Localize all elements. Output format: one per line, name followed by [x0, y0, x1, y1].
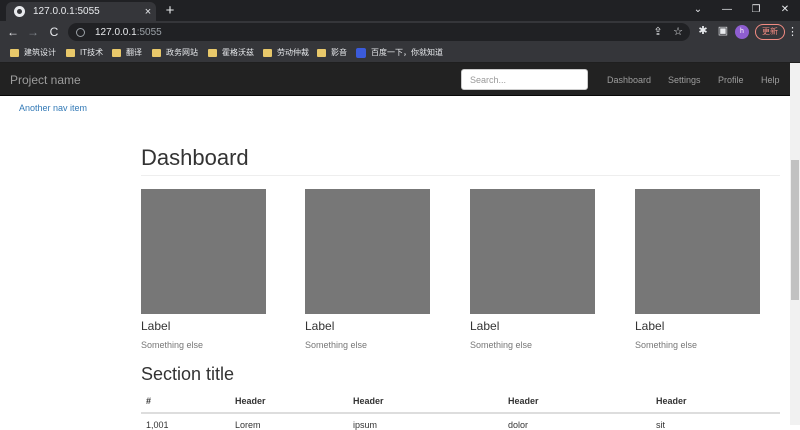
- extensions-icon[interactable]: ✱: [696, 24, 710, 38]
- forward-icon[interactable]: →: [25, 24, 41, 40]
- placeholder-image: [305, 189, 430, 314]
- search-input[interactable]: [461, 69, 588, 90]
- reload-icon[interactable]: C: [46, 24, 62, 40]
- section-title: Section title: [141, 364, 235, 384]
- browser-toolbar: ← → C 127.0.0.1:5055 ⇪ ☆ ✱ ▣ h 更新 ⋮: [0, 21, 800, 43]
- scrollbar-thumb[interactable]: [791, 160, 799, 300]
- tab-title: 127.0.0.1:5055: [33, 6, 100, 17]
- minimize-icon[interactable]: —: [712, 0, 742, 21]
- url-port: :5055: [136, 26, 162, 38]
- bookmark-item[interactable]: 影音: [317, 47, 347, 58]
- folder-icon: [66, 48, 75, 57]
- folder-icon: [317, 48, 326, 57]
- bookmark-item[interactable]: 百度一下，你就知道: [356, 47, 443, 58]
- table-header: Header: [353, 396, 384, 406]
- folder-icon: [10, 48, 19, 57]
- table-cell: 1,001: [146, 420, 169, 430]
- placeholder-sublabel: Something else: [305, 340, 368, 350]
- bookmark-item[interactable]: 劳动仲裁: [263, 47, 309, 58]
- nav-link-dashboard[interactable]: Dashboard: [607, 75, 651, 85]
- browser-tab[interactable]: 127.0.0.1:5055 ×: [6, 2, 156, 21]
- table-cell: ipsum: [353, 420, 378, 430]
- placeholder-label: Label: [305, 319, 335, 333]
- bookmark-label: 百度一下，你就知道: [371, 48, 443, 57]
- restore-icon[interactable]: ❐: [741, 0, 771, 21]
- bookmark-label: 影音: [331, 48, 347, 57]
- table-cell: Lorem: [235, 420, 261, 430]
- new-tab-button[interactable]: +: [162, 2, 178, 19]
- folder-icon: [152, 48, 161, 57]
- placeholder-image: [141, 189, 266, 314]
- url-host: 127.0.0.1: [95, 26, 137, 38]
- page-scrollbar[interactable]: [790, 63, 800, 425]
- bookmark-item[interactable]: 政务网站: [152, 47, 198, 58]
- placeholder-sublabel: Something else: [470, 340, 533, 350]
- folder-icon: [263, 48, 272, 57]
- bookmarks-bar: 建筑设计 IT技术 翻译 政务网站 霍格沃兹 劳动仲裁 影音 百度一下，你就知道: [0, 43, 800, 63]
- close-window-icon[interactable]: ✕: [770, 0, 800, 21]
- side-panel-icon[interactable]: ▣: [716, 24, 730, 38]
- folder-icon: [208, 48, 217, 57]
- placeholder-label: Label: [141, 319, 171, 333]
- bookmark-item[interactable]: 建筑设计: [10, 47, 56, 58]
- nav-link-profile[interactable]: Profile: [718, 75, 744, 85]
- bookmark-item[interactable]: 翻译: [112, 47, 142, 58]
- nav-link-help[interactable]: Help: [761, 75, 780, 85]
- tab-search-chevron-icon[interactable]: ⌄: [683, 0, 713, 21]
- placeholder-sublabel: Something else: [141, 340, 204, 350]
- table-header: Header: [235, 396, 266, 406]
- profile-avatar[interactable]: h: [735, 25, 749, 39]
- placeholder-image: [470, 189, 595, 314]
- table-cell: dolor: [508, 420, 529, 430]
- placeholder-image: [635, 189, 760, 314]
- back-icon[interactable]: ←: [5, 24, 21, 40]
- bookmark-item[interactable]: IT技术: [66, 47, 103, 58]
- page-title: Dashboard: [141, 145, 249, 170]
- table-header: Header: [508, 396, 539, 406]
- bookmark-label: 政务网站: [166, 48, 198, 57]
- nav-link-settings[interactable]: Settings: [668, 75, 701, 85]
- top-navbar: Project name Dashboard Settings Profile …: [0, 63, 790, 96]
- bookmark-star-icon[interactable]: ☆: [670, 24, 686, 40]
- browser-menu-icon[interactable]: ⋮: [787, 24, 798, 40]
- bookmark-label: 翻译: [126, 48, 142, 57]
- browser-tab-strip: 127.0.0.1:5055 × + ⌄ — ❐ ✕: [0, 0, 800, 21]
- tab-close-icon[interactable]: ×: [140, 6, 156, 18]
- folder-icon: [112, 48, 121, 57]
- baidu-icon: [356, 47, 366, 58]
- placeholder-sublabel: Something else: [635, 340, 698, 350]
- update-button[interactable]: 更新: [755, 24, 785, 40]
- placeholder-label: Label: [470, 319, 500, 333]
- table-header-divider: [141, 412, 780, 414]
- brand-link[interactable]: Project name: [10, 73, 81, 87]
- bookmark-label: 劳动仲裁: [277, 48, 309, 57]
- share-icon[interactable]: ⇪: [650, 24, 666, 40]
- site-info-icon[interactable]: [76, 27, 85, 37]
- bookmark-label: 建筑设计: [24, 48, 56, 57]
- table-header: #: [146, 396, 152, 406]
- globe-icon: [14, 6, 25, 17]
- bookmark-label: 霍格沃兹: [222, 48, 254, 57]
- bookmark-label: IT技术: [80, 48, 104, 57]
- table-header: Header: [656, 396, 687, 406]
- sidebar-item-another-nav[interactable]: Another nav item: [19, 103, 87, 113]
- address-bar[interactable]: 127.0.0.1:5055: [68, 23, 690, 41]
- placeholder-label: Label: [635, 319, 665, 333]
- bookmark-item[interactable]: 霍格沃兹: [208, 47, 254, 58]
- table-cell: sit: [656, 420, 665, 430]
- url-text: 127.0.0.1:5055: [95, 27, 162, 38]
- title-divider: [141, 175, 780, 176]
